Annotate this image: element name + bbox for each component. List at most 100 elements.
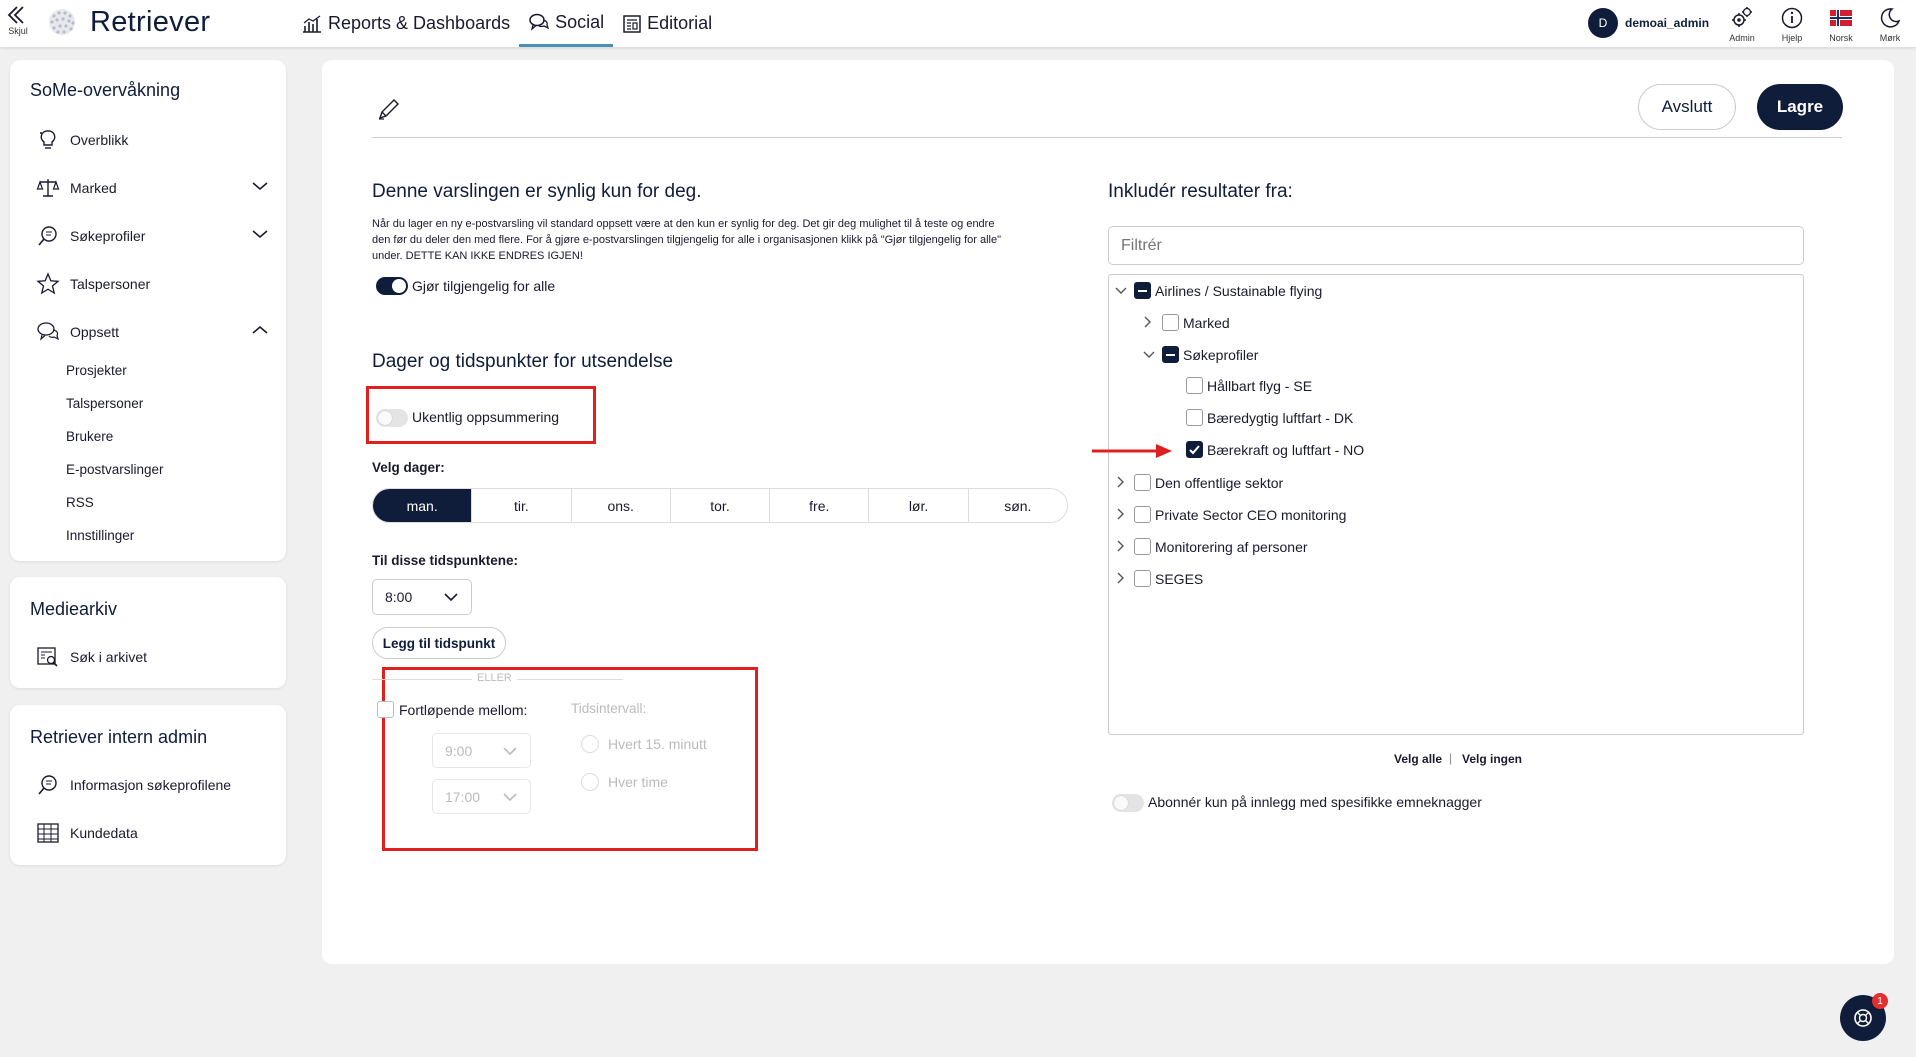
user-menu[interactable]: D demoai_admin	[1588, 8, 1709, 38]
tree-node-label[interactable]: Søkeprofiler	[1183, 347, 1258, 363]
tree-node-label[interactable]: Bæredygtig luftfart - DK	[1207, 410, 1353, 426]
tree-checkbox[interactable]	[1186, 409, 1203, 426]
sidebar-item-oppsett[interactable]: Oppsett	[36, 320, 119, 344]
chevron-down-icon[interactable]	[1114, 286, 1128, 296]
day-button-mon[interactable]: man.	[373, 489, 473, 522]
public-toggle[interactable]	[376, 277, 408, 295]
chevron-right-icon[interactable]	[1116, 475, 1126, 489]
tree-checkbox[interactable]	[1134, 538, 1151, 555]
from-time-select[interactable]: 9:00	[432, 733, 531, 768]
logo-icon	[49, 9, 75, 35]
nav-label: Reports & Dashboards	[328, 13, 511, 33]
tree-checkbox[interactable]	[1134, 570, 1151, 587]
sidebar-sub-innstillinger[interactable]: Innstillinger	[66, 528, 134, 543]
language-label: Norsk	[1829, 33, 1853, 43]
lifebuoy-icon	[1854, 1009, 1872, 1027]
chevron-right-icon[interactable]	[1116, 507, 1126, 521]
language-button[interactable]: Norsk	[1821, 5, 1861, 43]
gears-icon	[1732, 7, 1752, 27]
tree-node-label[interactable]: Den offentlige sektor	[1155, 475, 1283, 491]
tree-node-label[interactable]: Bærekraft og luftfart - NO	[1207, 442, 1364, 458]
day-button-fri[interactable]: fre.	[770, 489, 870, 522]
hide-label: Skjul	[8, 26, 28, 36]
chevron-down-icon[interactable]	[1142, 350, 1156, 360]
hide-sidebar-button[interactable]: Skjul	[6, 4, 30, 42]
tree-node-label[interactable]: Hållbart flyg - SE	[1207, 378, 1312, 394]
sidebar-item-kundedata[interactable]: Kundedata	[36, 821, 138, 845]
star-icon	[36, 272, 60, 295]
tree-checkbox[interactable]	[1162, 314, 1179, 331]
chevron-right-icon[interactable]	[1116, 539, 1126, 553]
tree-node-label[interactable]: Marked	[1183, 315, 1230, 331]
sidebar-sub-prosjekter[interactable]: Prosjekter	[66, 363, 127, 378]
day-button-thu[interactable]: tor.	[671, 489, 771, 522]
day-button-tue[interactable]: tir.	[472, 489, 572, 522]
interval-radio-hour[interactable]	[581, 773, 599, 791]
floating-help-button[interactable]: 1	[1840, 993, 1888, 1041]
to-time-value: 17:00	[445, 788, 481, 805]
chevron-down-icon	[503, 746, 517, 755]
save-button[interactable]: Lagre	[1757, 84, 1843, 130]
subscribe-tags-toggle[interactable]	[1112, 794, 1144, 812]
tree-node-label[interactable]: SEGES	[1155, 571, 1203, 587]
sidebar-item-label: Søkeprofiler	[70, 228, 146, 244]
admin-button[interactable]: Admin	[1722, 5, 1762, 43]
select-all-link[interactable]: Velg alle	[1394, 752, 1442, 766]
interval-radio-15min[interactable]	[581, 735, 599, 753]
to-time-select[interactable]: 17:00	[432, 779, 531, 814]
interval-option-label: Hver time	[608, 774, 668, 790]
table-icon	[37, 823, 59, 843]
chevron-right-icon[interactable]	[1116, 571, 1126, 585]
tree-checkbox[interactable]	[1134, 282, 1151, 299]
sidebar-item-sok-i-arkivet[interactable]: Søk i arkivet	[36, 645, 147, 669]
sidebar-sub-brukere[interactable]: Brukere	[66, 429, 113, 444]
sidebar-item-sokeprofiler[interactable]: Søkeprofiler	[36, 224, 145, 248]
select-none-link[interactable]: Velg ingen	[1462, 752, 1522, 766]
sidebar-intern-admin-card: Retriever intern admin Informasjon søkep…	[10, 705, 286, 865]
sidebar-item-informasjon-sokeprofilene[interactable]: Informasjon søkeprofilene	[36, 773, 231, 797]
tree-node-label[interactable]: Private Sector CEO monitoring	[1155, 507, 1346, 523]
day-button-sat[interactable]: lør.	[869, 489, 969, 522]
time-select[interactable]: 8:00	[372, 579, 472, 615]
sidebar-item-talspersoner[interactable]: Talspersoner	[36, 272, 150, 296]
chevron-down-icon[interactable]	[251, 180, 269, 192]
exit-button[interactable]: Avslutt	[1638, 84, 1736, 130]
subscribe-tags-label: Abonnér kun på innlegg med spesifikke em…	[1148, 794, 1482, 810]
edit-pencil-icon[interactable]	[376, 96, 402, 122]
sidebar-some-card: SoMe-overvåkning Overblikk Marked Søkepr…	[10, 60, 286, 561]
tree-node-label[interactable]: Airlines / Sustainable flying	[1155, 283, 1322, 299]
help-button[interactable]: Hjelp	[1772, 5, 1812, 43]
visibility-description-line: under. DETTE KAN IKKE ENDRES IGJEN!	[372, 250, 583, 262]
sidebar-item-overblikk[interactable]: Overblikk	[36, 128, 128, 152]
sidebar-item-marked[interactable]: Marked	[36, 176, 117, 200]
tree-checkbox[interactable]	[1134, 474, 1151, 491]
chevron-right-icon[interactable]	[1143, 315, 1153, 329]
dark-mode-button[interactable]: Mørk	[1870, 5, 1910, 43]
nav-editorial[interactable]: Editorial	[613, 0, 721, 47]
sidebar-sub-talspersoner[interactable]: Talspersoner	[66, 396, 143, 411]
newspaper-icon	[623, 14, 641, 33]
sidebar-sub-rss[interactable]: RSS	[66, 495, 94, 510]
sidebar-sub-e-postvarslinger[interactable]: E-postvarslinger	[66, 462, 164, 477]
day-button-wed[interactable]: ons.	[572, 489, 671, 522]
filter-input[interactable]	[1108, 226, 1804, 265]
day-button-sun[interactable]: søn.	[969, 489, 1067, 522]
continuous-checkbox[interactable]	[377, 701, 394, 718]
select-separator: |	[1449, 751, 1453, 765]
avatar: D	[1588, 8, 1618, 38]
nav-reports-dashboards[interactable]: Reports & Dashboards	[292, 0, 519, 47]
retriever-logo[interactable]: Retriever	[44, 4, 210, 40]
tree-checkbox[interactable]	[1134, 506, 1151, 523]
weekly-summary-toggle[interactable]	[376, 409, 408, 427]
weekly-summary-label: Ukentlig oppsummering	[412, 409, 560, 425]
sidebar-item-label: Informasjon søkeprofilene	[70, 777, 232, 793]
schedule-heading: Dager og tidspunkter for utsendelse	[372, 351, 674, 372]
tree-node-label[interactable]: Monitorering af personer	[1155, 539, 1308, 555]
chevron-down-icon[interactable]	[251, 228, 269, 240]
chevron-up-icon[interactable]	[251, 324, 269, 336]
tree-checkbox[interactable]	[1162, 346, 1179, 363]
nav-social[interactable]: Social	[519, 0, 614, 47]
add-time-button[interactable]: Legg til tidspunkt	[372, 627, 506, 659]
tree-checkbox[interactable]	[1186, 441, 1203, 458]
tree-checkbox[interactable]	[1186, 377, 1203, 394]
